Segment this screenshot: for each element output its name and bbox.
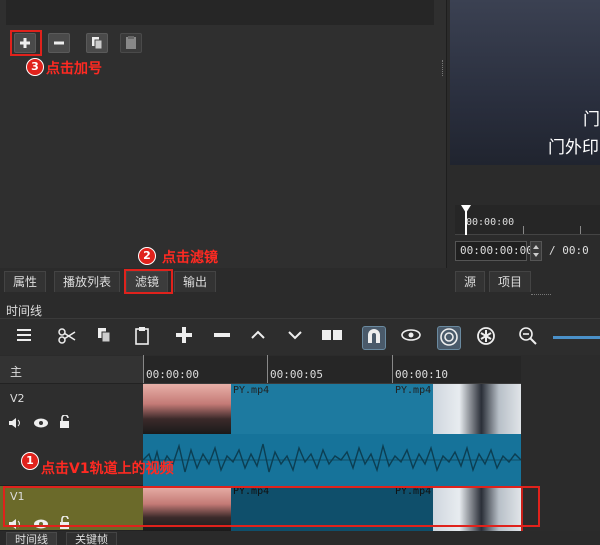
dock-grip[interactable]: [531, 294, 551, 298]
tab-source[interactable]: 源: [455, 271, 486, 292]
track-name: V2: [10, 392, 25, 405]
highlight-v1-track: [3, 486, 540, 527]
timeline-ruler[interactable]: 00:00:00 00:00:05 00:00:10: [143, 355, 521, 384]
v2-audio-waveform[interactable]: [142, 434, 522, 486]
copy-icon: [92, 37, 103, 50]
zoom-out-icon[interactable]: [516, 326, 540, 350]
append-icon[interactable]: [172, 326, 196, 350]
highlight-add-button: [10, 30, 42, 56]
timeline-toolbar: [0, 318, 600, 355]
split-icon[interactable]: [320, 326, 344, 350]
tab-keyframes[interactable]: 关键帧: [66, 532, 117, 545]
track-head-master[interactable]: 主: [0, 356, 143, 384]
clip-name: PY.mp4: [395, 385, 432, 396]
tab-export[interactable]: 输出: [174, 271, 217, 292]
clip-thumbnail-end: [433, 384, 521, 434]
remove-filter-button[interactable]: [48, 33, 70, 53]
menu-icon[interactable]: [12, 326, 36, 350]
unlock-icon[interactable]: [58, 415, 72, 429]
step3-label: 点击加号: [46, 61, 102, 77]
step1-label: 点击V1轨道上的视频: [41, 461, 174, 477]
overwrite-icon[interactable]: [283, 326, 307, 350]
eye-icon[interactable]: [33, 417, 49, 429]
ripple-all-icon[interactable]: [474, 326, 498, 350]
ruler-tick: [392, 355, 393, 383]
splitter-handle[interactable]: [442, 60, 446, 76]
lift-icon[interactable]: [246, 326, 270, 350]
current-timecode-input[interactable]: 00:00:00:00: [455, 241, 533, 261]
scrub-icon[interactable]: [399, 326, 423, 350]
tab-properties[interactable]: 属性: [4, 271, 47, 292]
subtitle-line1: 门: [583, 110, 600, 130]
copy-icon[interactable]: [92, 326, 116, 350]
ruler-label: 00:00:05: [270, 368, 323, 381]
zoom-slider[interactable]: [553, 336, 600, 339]
ripple-delete-icon[interactable]: [210, 326, 234, 350]
timeline-title: 时间线: [6, 304, 43, 318]
paste-filter-button[interactable]: [120, 33, 142, 53]
playhead-icon[interactable]: [461, 205, 471, 235]
viewer-ruler[interactable]: 00:00:00: [455, 205, 600, 235]
filter-list[interactable]: [6, 0, 434, 25]
ruler-tick: [523, 226, 524, 234]
bottom-tabs: 时间线 关键帧: [0, 531, 600, 545]
duration-label: / 00:0: [549, 244, 589, 257]
timecode-spinner[interactable]: [530, 241, 542, 261]
step1-badge: 1: [21, 452, 39, 470]
ruler-tick: [267, 355, 268, 383]
highlight-filters-tab: [124, 269, 173, 294]
viewer-ruler-time: 00:00:00: [466, 217, 515, 228]
subtitle-line2: 门外印: [548, 138, 599, 158]
tab-playlist[interactable]: 播放列表: [54, 271, 121, 292]
clip-name: PY.mp4: [233, 385, 270, 396]
paste-icon[interactable]: [130, 326, 154, 350]
clip-thumbnail-start: [143, 384, 231, 434]
tab-timeline[interactable]: 时间线: [6, 532, 57, 545]
ruler-label: 00:00:00: [146, 368, 199, 381]
paste-icon: [126, 36, 136, 49]
track-name: 主: [10, 365, 23, 379]
ripple-icon[interactable]: [437, 326, 461, 350]
snap-icon[interactable]: [362, 326, 386, 350]
cut-icon[interactable]: [55, 326, 79, 350]
spinner-arrows-icon: [533, 245, 539, 257]
copy-filter-button[interactable]: [86, 33, 108, 53]
ruler-tick: [580, 226, 581, 234]
step2-badge: 2: [138, 247, 156, 265]
step2-label: 点击滤镜: [162, 250, 218, 266]
waveform-graphic: [142, 443, 522, 473]
audio-icon[interactable]: [8, 417, 24, 429]
ruler-label: 00:00:10: [395, 368, 448, 381]
ruler-tick: [143, 355, 144, 383]
tab-project[interactable]: 项目: [489, 271, 532, 292]
v2-video-clip[interactable]: PY.mp4 PY.mp4: [143, 384, 521, 434]
step3-badge: 3: [26, 58, 44, 76]
